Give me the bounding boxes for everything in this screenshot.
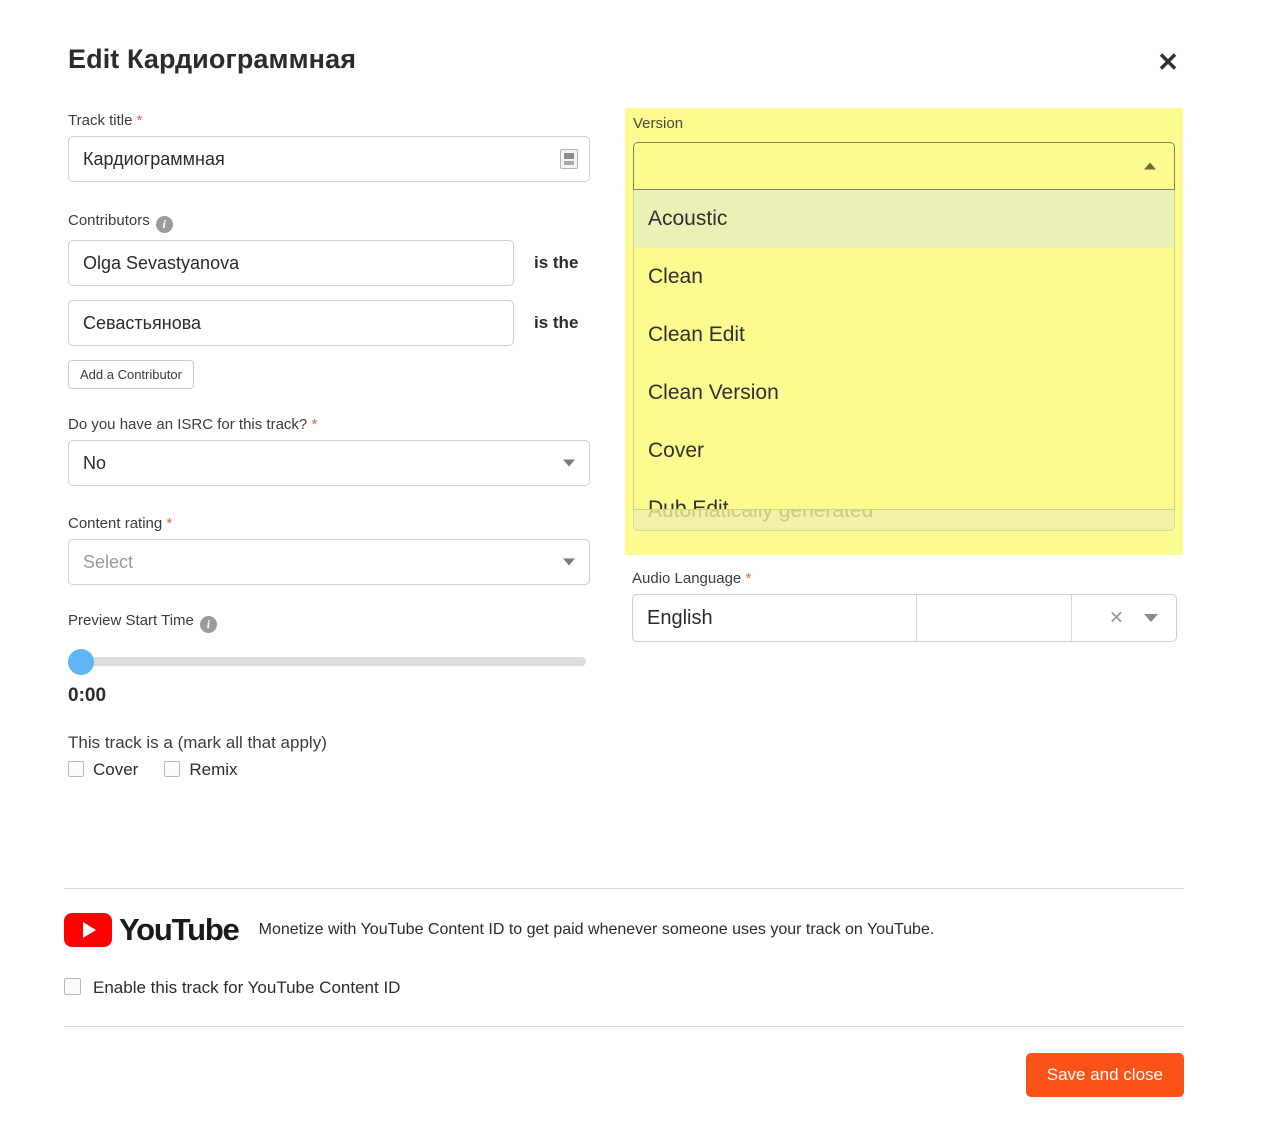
divider: [916, 595, 917, 641]
page-title: Edit Кардиограммная: [68, 44, 357, 74]
contributor-row: is the: [68, 240, 590, 286]
version-option-clean-edit[interactable]: Clean Edit: [634, 306, 1174, 364]
version-option-clean[interactable]: Clean: [634, 248, 1174, 306]
chevron-down-icon[interactable]: [1144, 614, 1158, 622]
track-type-group: This track is a (mark all that apply) Co…: [68, 733, 590, 780]
chevron-down-icon: [563, 558, 575, 566]
edit-track-modal: Edit Кардиограммная ✕ Track title * Cont…: [0, 0, 1272, 1140]
audio-language-value: English: [647, 606, 713, 629]
content-rating-group: Content rating * Select: [68, 515, 590, 585]
version-option-dub-edit[interactable]: Dub Edit: [634, 480, 1174, 509]
required-asterisk: *: [136, 112, 143, 129]
contributors-group: Contributorsi is the is the Add a Contri…: [68, 212, 590, 389]
contributors-label: Contributors i: [68, 212, 590, 233]
isrc-value: No: [83, 452, 107, 473]
isrc-select[interactable]: No: [68, 440, 590, 486]
contributor-name-input-1[interactable]: [68, 240, 514, 286]
version-option-clean-version[interactable]: Clean Version: [634, 364, 1174, 422]
contributor-role-prefix-1: is the: [534, 253, 579, 272]
contributor-role-prefix-2: is the: [534, 313, 579, 332]
version-select[interactable]: [633, 142, 1175, 190]
youtube-wordmark: YouTube: [119, 912, 240, 947]
audio-language-group: Audio Language * English ✕: [632, 570, 1177, 642]
version-label: Version: [633, 115, 684, 132]
required-asterisk: *: [311, 416, 318, 433]
preview-start-label: Preview Start Time i: [68, 612, 590, 633]
slider-track[interactable]: [68, 657, 586, 666]
slider-thumb[interactable]: [68, 649, 94, 675]
youtube-content-id-label: Enable this track for YouTube Content ID: [93, 978, 401, 997]
remix-checkbox[interactable]: [164, 761, 181, 777]
isrc-group: Do you have an ISRC for this track? * No: [68, 416, 590, 486]
cover-checkbox[interactable]: [68, 761, 84, 777]
info-icon[interactable]: i: [155, 216, 173, 233]
contributor-row: is the: [68, 300, 590, 346]
id-card-icon[interactable]: [560, 149, 578, 169]
version-options-list[interactable]: Acoustic Clean Clean Edit Clean Version …: [633, 190, 1175, 510]
save-and-close-button[interactable]: Save and close: [1025, 1053, 1184, 1097]
youtube-section: YouTube Monetize with YouTube Content ID…: [64, 912, 1184, 998]
youtube-content-id-checkbox[interactable]: [64, 978, 81, 995]
audio-language-label: Audio Language *: [632, 570, 752, 587]
track-title-group: Track title *: [68, 112, 590, 182]
preview-start-value: 0:00: [68, 685, 107, 706]
youtube-play-icon: [64, 913, 112, 947]
version-option-cover[interactable]: Cover: [634, 422, 1174, 480]
left-column: Track title * Contributorsi is the is th…: [68, 112, 590, 780]
content-rating-select[interactable]: Select: [68, 539, 590, 585]
divider: [64, 1026, 1184, 1027]
content-rating-value: Select: [83, 551, 134, 572]
version-option-acoustic[interactable]: Acoustic: [634, 190, 1174, 248]
preview-start-group: Preview Start Time i 0:00: [68, 612, 590, 707]
track-title-wrap: [68, 136, 590, 182]
track-type-label: This track is a (mark all that apply): [68, 733, 327, 752]
chevron-down-icon: [563, 459, 575, 467]
info-icon[interactable]: i: [199, 616, 217, 633]
youtube-logo-row: YouTube Monetize with YouTube Content ID…: [64, 912, 1184, 948]
divider: [64, 888, 1184, 889]
divider: [1071, 595, 1072, 641]
clear-icon[interactable]: ✕: [1109, 608, 1124, 629]
close-icon[interactable]: ✕: [1152, 46, 1184, 78]
cover-label: Cover: [93, 760, 139, 779]
chevron-up-icon: [1144, 162, 1156, 170]
required-asterisk: *: [166, 515, 173, 532]
required-asterisk: *: [745, 570, 752, 587]
contributor-name-input-2[interactable]: [68, 300, 514, 346]
track-title-input[interactable]: [68, 136, 590, 182]
isrc-label: Do you have an ISRC for this track? *: [68, 416, 318, 433]
track-title-label: Track title *: [68, 112, 143, 129]
add-contributor-button[interactable]: Add a Contributor: [68, 360, 194, 389]
youtube-description: Monetize with YouTube Content ID to get …: [258, 921, 935, 938]
audio-language-select[interactable]: English ✕: [632, 594, 1177, 642]
remix-label: Remix: [189, 760, 238, 779]
preview-start-slider[interactable]: [68, 649, 586, 675]
content-rating-label: Content rating *: [68, 515, 173, 532]
track-type-options: Cover Remix: [68, 760, 590, 780]
youtube-content-id-row: Enable this track for YouTube Content ID: [64, 978, 1184, 998]
